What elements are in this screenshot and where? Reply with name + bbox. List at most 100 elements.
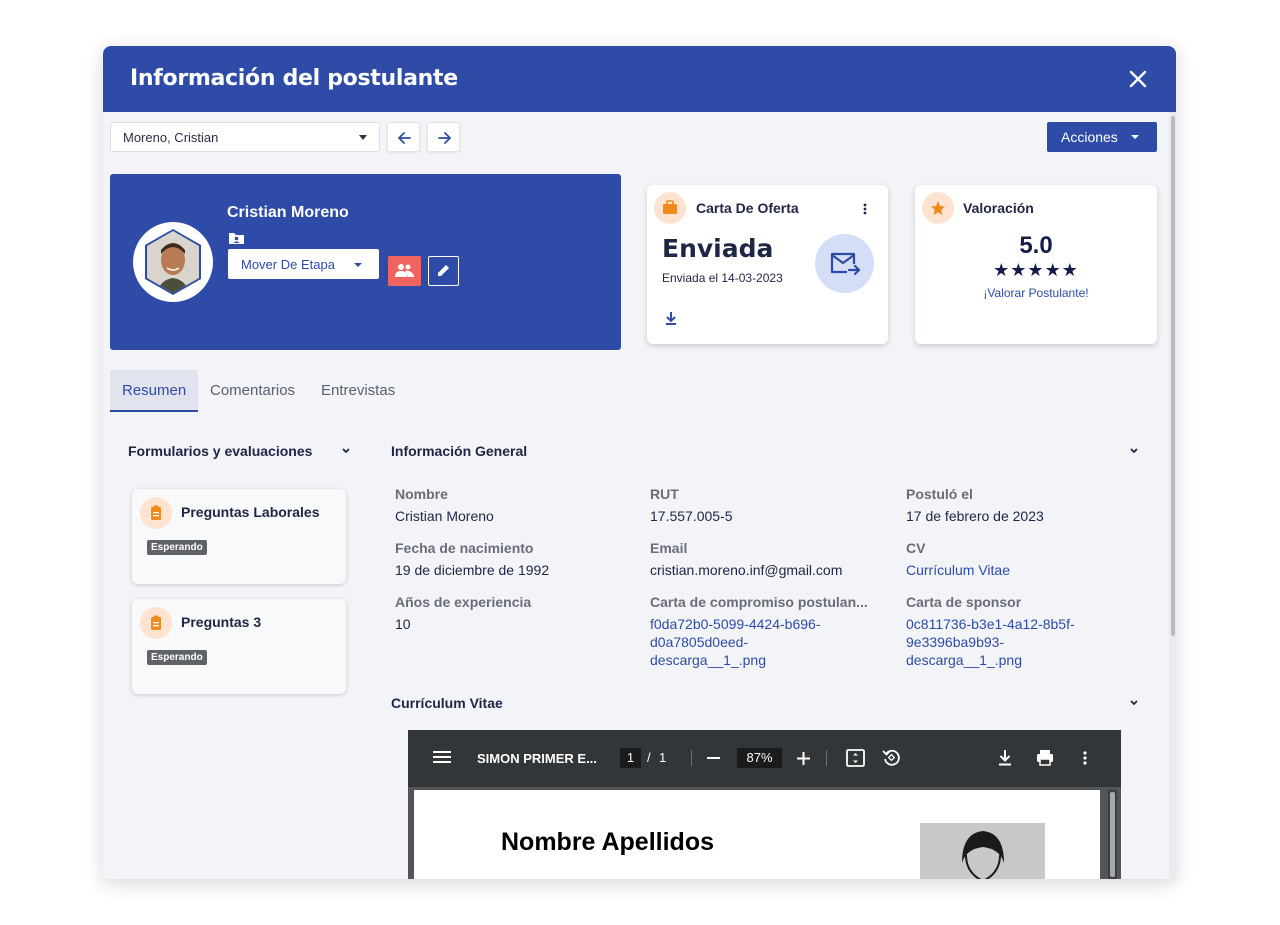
tab-resumen[interactable]: Resumen <box>110 370 198 412</box>
avatar <box>133 222 213 302</box>
cv-link[interactable]: Currículum Vitae <box>906 561 1010 579</box>
tab-entrevistas[interactable]: Entrevistas <box>321 370 407 412</box>
link-line: descarga__1_.png <box>650 652 766 668</box>
form-card[interactable]: Preguntas Laborales Esperando <box>132 489 346 584</box>
tab-entrevistas-label: Entrevistas <box>321 382 396 399</box>
previous-candidate-button[interactable] <box>387 122 420 152</box>
status-badge: Esperando <box>147 650 207 665</box>
more-vert-icon[interactable] <box>861 201 869 217</box>
briefcase-icon <box>663 200 677 214</box>
applicant-modal: Información del postulante Moreno, Crist… <box>103 46 1176 879</box>
profile-card: Cristian Moreno Mover De Etapa <box>110 174 621 350</box>
clipboard-icon <box>151 615 161 630</box>
field-label-nombre: Nombre <box>395 486 448 502</box>
move-stage-dropdown[interactable]: Mover De Etapa <box>228 249 379 279</box>
modal-header: Información del postulante <box>103 46 1176 112</box>
star-icon <box>931 201 945 215</box>
rating-card: Valoración 5.0 ★★★★★ ¡Valorar Postulante… <box>915 185 1157 344</box>
form-badge <box>140 607 172 639</box>
actions-button[interactable]: Acciones <box>1047 122 1157 152</box>
divider <box>826 750 827 766</box>
chevron-down-icon[interactable] <box>1129 699 1139 707</box>
mail-send-icon <box>830 252 861 276</box>
pdf-profile-placeholder <box>920 823 1045 879</box>
actions-label: Acciones <box>1061 129 1118 145</box>
candidate-name: Cristian Moreno <box>227 204 349 221</box>
field-value-postulo: 17 de febrero de 2023 <box>906 508 1044 524</box>
group-button[interactable] <box>388 256 421 286</box>
rating-stars: ★★★★★ <box>993 260 1079 280</box>
chevron-down-icon <box>359 135 367 140</box>
pdf-scroll-thumb[interactable] <box>1110 792 1115 877</box>
print-icon[interactable] <box>1036 749 1054 766</box>
candidate-select[interactable]: Moreno, Cristian <box>110 122 380 152</box>
person-silhouette-icon <box>962 831 1004 879</box>
rating-score: 5.0 <box>1019 232 1053 259</box>
download-icon[interactable] <box>997 749 1013 767</box>
field-value-rut: 17.557.005-5 <box>650 508 733 524</box>
rotate-icon[interactable] <box>882 748 901 767</box>
candidate-select-value: Moreno, Cristian <box>123 130 219 145</box>
sponsor-letter-link[interactable]: 0c811736-b3e1-4a12-8b5f- 9e3396ba9b93- d… <box>906 615 1075 669</box>
pdf-page-separator: / <box>647 750 651 765</box>
modal-title: Información del postulante <box>130 66 458 91</box>
field-label-cv: CV <box>906 540 926 556</box>
arrow-right-icon <box>438 132 451 144</box>
download-icon[interactable] <box>664 310 678 331</box>
rate-candidate-link[interactable]: ¡Valorar Postulante! <box>915 286 1157 300</box>
people-icon <box>395 264 414 277</box>
pdf-heading: Nombre Apellidos <box>501 828 714 856</box>
field-value-experiencia: 10 <box>395 616 411 632</box>
offer-status: Enviada <box>662 234 774 263</box>
chevron-down-icon <box>354 263 362 267</box>
menu-icon[interactable] <box>433 750 451 764</box>
chevron-down-icon[interactable] <box>1129 447 1139 455</box>
field-label-nacimiento: Fecha de nacimiento <box>395 540 534 556</box>
move-stage-label: Mover De Etapa <box>241 257 335 272</box>
pdf-viewer[interactable]: SIMON PRIMER E... 1 / 1 87% Nombre Apell… <box>408 730 1121 879</box>
fit-page-icon[interactable] <box>846 749 865 767</box>
edit-button[interactable] <box>428 256 459 286</box>
rating-card-title: Valoración <box>963 200 1034 216</box>
pdf-page-input[interactable]: 1 <box>620 748 641 768</box>
forms-section-title: Formularios y evaluaciones <box>128 443 313 459</box>
field-label-sponsor: Carta de sponsor <box>906 594 1022 610</box>
avatar-photo <box>145 229 201 295</box>
zoom-out-icon[interactable] <box>707 752 720 764</box>
offer-badge <box>654 192 686 224</box>
tab-resumen-label: Resumen <box>122 382 187 399</box>
form-title: Preguntas 3 <box>181 614 262 630</box>
folder-user-icon[interactable] <box>228 231 245 250</box>
next-candidate-button[interactable] <box>427 122 460 152</box>
chevron-down-icon[interactable] <box>341 447 351 455</box>
clipboard-icon <box>151 505 161 520</box>
arrow-left-icon <box>398 132 411 144</box>
form-card[interactable]: Preguntas 3 Esperando <box>132 599 346 694</box>
form-title: Preguntas Laborales <box>181 504 320 520</box>
more-vert-icon[interactable] <box>1082 750 1088 766</box>
field-label-postulo: Postuló el <box>906 486 973 502</box>
link-line: 0c811736-b3e1-4a12-8b5f- <box>906 616 1075 632</box>
pdf-total-pages: 1 <box>659 750 667 765</box>
modal-scroll-thumb[interactable] <box>1171 116 1175 636</box>
field-value-nombre: Cristian Moreno <box>395 508 494 524</box>
field-label-rut: RUT <box>650 486 679 502</box>
mail-send-badge <box>815 234 874 293</box>
field-label-experiencia: Años de experiencia <box>395 594 532 610</box>
general-info-title: Información General <box>391 443 528 459</box>
tab-comentarios[interactable]: Comentarios <box>210 370 306 412</box>
pdf-toolbar: SIMON PRIMER E... 1 / 1 87% <box>408 730 1121 787</box>
close-icon[interactable] <box>1127 68 1149 90</box>
pdf-file-title: SIMON PRIMER E... <box>477 751 597 766</box>
link-line: 9e3396ba9b93- <box>906 634 1005 650</box>
divider <box>691 750 692 766</box>
zoom-in-icon[interactable] <box>797 752 810 765</box>
cv-section-title: Currículum Vitae <box>391 695 503 711</box>
link-line: descarga__1_.png <box>906 652 1022 668</box>
field-label-compromiso: Carta de compromiso postulan... <box>650 594 868 610</box>
chevron-down-icon <box>1131 135 1139 139</box>
offer-card-title: Carta De Oferta <box>696 200 799 216</box>
commitment-letter-link[interactable]: f0da72b0-5099-4424-b696- d0a7805d0eed- d… <box>650 615 820 669</box>
tab-comentarios-label: Comentarios <box>210 382 296 399</box>
pdf-zoom-level[interactable]: 87% <box>737 748 782 768</box>
